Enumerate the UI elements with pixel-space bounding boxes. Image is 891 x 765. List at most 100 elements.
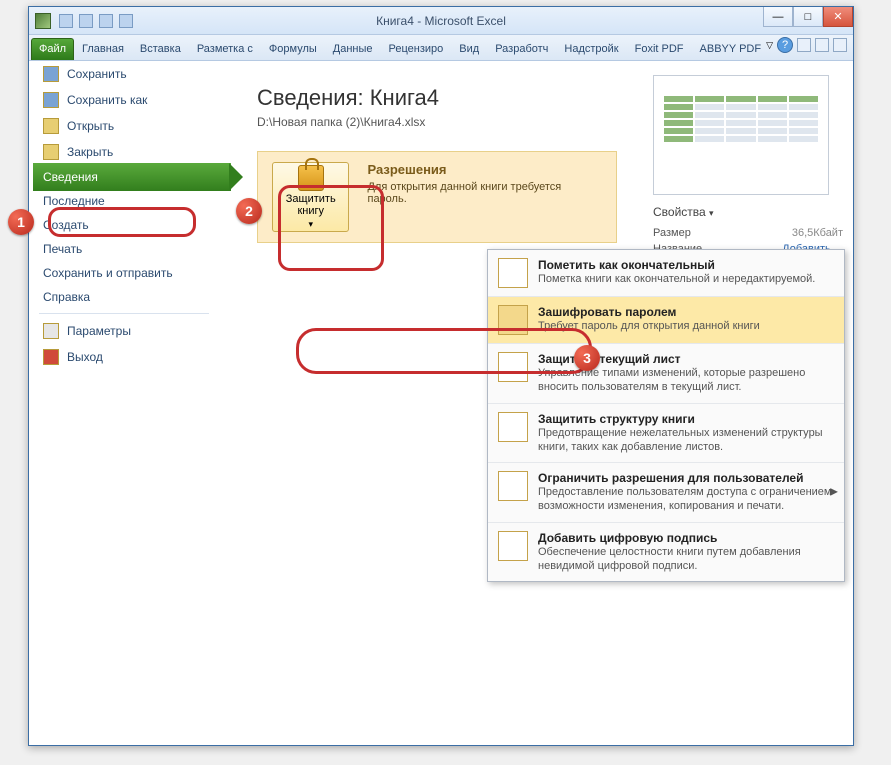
help-icon[interactable]: ? [777, 37, 793, 53]
maximize-button[interactable]: □ [793, 7, 823, 27]
doc-close-icon[interactable] [833, 38, 847, 52]
signature-icon [498, 531, 528, 561]
close-button[interactable]: ✕ [823, 7, 853, 27]
sidebar-item-help[interactable]: Справка [29, 285, 219, 309]
dd-desc: Предоставление пользователям доступа с о… [538, 485, 834, 514]
backstage-main: Сведения: Книга4 D:\Новая папка (2)\Книг… [219, 61, 853, 745]
ribbon-tabs: Файл Главная Вставка Разметка с Формулы … [29, 35, 853, 61]
sidebar-label: Сохранить [67, 67, 127, 81]
submenu-arrow-icon: ▶ [830, 487, 838, 498]
sidebar-item-new[interactable]: Создать [29, 213, 219, 237]
prop-key: Размер [653, 227, 691, 239]
sidebar-label: Сведения [43, 170, 98, 184]
tab-insert[interactable]: Вставка [132, 38, 189, 60]
annotation-badge-2: 2 [236, 198, 262, 224]
redo-icon[interactable] [99, 14, 113, 28]
excel-window: Книга4 - Microsoft Excel — □ ✕ Файл Глав… [28, 6, 854, 746]
undo-icon[interactable] [79, 14, 93, 28]
sidebar-label: Сохранить как [67, 93, 147, 107]
tab-foxit[interactable]: Foxit PDF [627, 38, 692, 60]
tab-developer[interactable]: Разработч [487, 38, 556, 60]
sidebar-label: Выход [67, 350, 103, 364]
chevron-down-icon: ▾ [308, 219, 313, 230]
dd-desc: Обеспечение целостности книги путем доба… [538, 545, 834, 574]
window-title: Книга4 - Microsoft Excel [376, 14, 506, 28]
dd-protect-structure[interactable]: Защитить структуру книгиПредотвращение н… [488, 404, 844, 464]
document-thumbnail[interactable] [653, 75, 829, 195]
dd-title: Зашифровать паролем [538, 305, 760, 319]
protect-workbook-button[interactable]: Защитить книгу ▾ [272, 162, 349, 232]
doc-restore-icon[interactable] [815, 38, 829, 52]
save-icon [43, 66, 59, 82]
sheet-icon [498, 352, 528, 382]
permissions-text: Разрешения Для открытия данной книги тре… [367, 162, 602, 205]
dd-desc: Пометка книги как окончательной и нереда… [538, 272, 815, 286]
titlebar: Книга4 - Microsoft Excel — □ ✕ [29, 7, 853, 35]
dd-protect-sheet[interactable]: Защитить текущий листУправление типами и… [488, 344, 844, 404]
dd-title: Защитить структуру книги [538, 412, 834, 426]
tab-addins[interactable]: Надстройк [556, 38, 626, 60]
sidebar-label: Последние [43, 194, 105, 208]
exit-icon [43, 349, 59, 365]
tab-pagelayout[interactable]: Разметка с [189, 38, 261, 60]
sidebar-item-recent[interactable]: Последние [29, 189, 219, 213]
dd-encrypt-password[interactable]: Зашифровать паролемТребует пароль для от… [488, 297, 844, 344]
separator [39, 313, 209, 314]
annotation-badge-3: 3 [574, 345, 600, 371]
saveas-icon [43, 92, 59, 108]
folder-close-icon [43, 144, 59, 160]
tab-review[interactable]: Рецензиро [381, 38, 452, 60]
encrypt-icon [498, 305, 528, 335]
mark-final-icon [498, 258, 528, 288]
permissions-desc: Для открытия данной книги требуется паро… [367, 181, 602, 205]
sidebar-item-saveas[interactable]: Сохранить как [29, 87, 219, 113]
backstage: Сохранить Сохранить как Открыть Закрыть … [29, 61, 853, 745]
sidebar-label: Сохранить и отправить [43, 266, 173, 280]
permissions-block: Защитить книгу ▾ Разрешения Для открытия… [257, 151, 617, 243]
dd-add-signature[interactable]: Добавить цифровую подписьОбеспечение цел… [488, 523, 844, 582]
structure-icon [498, 412, 528, 442]
tab-file[interactable]: Файл [31, 38, 74, 60]
sidebar-item-print[interactable]: Печать [29, 237, 219, 261]
tab-data[interactable]: Данные [325, 38, 381, 60]
sidebar-item-info[interactable]: Сведения [29, 165, 219, 189]
dd-desc: Предотвращение нежелательных изменений с… [538, 426, 834, 455]
backstage-sidebar: Сохранить Сохранить как Открыть Закрыть … [29, 61, 219, 745]
qat-more-icon[interactable] [119, 14, 133, 28]
tab-abbyy[interactable]: ABBYY PDF [692, 38, 770, 60]
sidebar-item-open[interactable]: Открыть [29, 113, 219, 139]
window-buttons: — □ ✕ [763, 7, 853, 27]
dd-restrict-permissions[interactable]: Ограничить разрешения для пользователейП… [488, 463, 844, 523]
doc-minimize-icon[interactable] [797, 38, 811, 52]
dd-mark-final[interactable]: Пометить как окончательныйПометка книги … [488, 250, 844, 297]
annotation-badge-1: 1 [8, 209, 34, 235]
prop-value: 36,5Кбайт [792, 227, 843, 239]
save-icon[interactable] [59, 14, 73, 28]
properties-heading[interactable]: Свойства ▾ [653, 205, 843, 219]
sidebar-item-close[interactable]: Закрыть [29, 139, 219, 165]
sidebar-label: Справка [43, 290, 90, 304]
sidebar-item-save[interactable]: Сохранить [29, 61, 219, 87]
tab-view[interactable]: Вид [451, 38, 487, 60]
dd-desc: Требует пароль для открытия данной книги [538, 319, 760, 333]
protect-button-label: Защитить книгу [273, 193, 348, 217]
protect-dropdown: Пометить как окончательныйПометка книги … [487, 249, 845, 582]
options-icon [43, 323, 59, 339]
lock-key-icon [298, 165, 324, 191]
excel-icon [35, 13, 51, 29]
dd-title: Пометить как окончательный [538, 258, 815, 272]
quick-access-toolbar [59, 14, 133, 28]
sidebar-item-exit[interactable]: Выход [29, 344, 219, 370]
sidebar-label: Создать [43, 218, 89, 232]
sidebar-label: Закрыть [67, 145, 113, 159]
minimize-button[interactable]: — [763, 7, 793, 27]
sidebar-item-options[interactable]: Параметры [29, 318, 219, 344]
permissions-title: Разрешения [367, 162, 602, 177]
tab-formulas[interactable]: Формулы [261, 38, 325, 60]
sidebar-label: Параметры [67, 324, 131, 338]
dd-title: Добавить цифровую подпись [538, 531, 834, 545]
tab-home[interactable]: Главная [74, 38, 132, 60]
sidebar-label: Открыть [67, 119, 114, 133]
sidebar-item-share[interactable]: Сохранить и отправить [29, 261, 219, 285]
ribbon-minimize-icon[interactable]: ▽ [766, 40, 773, 51]
